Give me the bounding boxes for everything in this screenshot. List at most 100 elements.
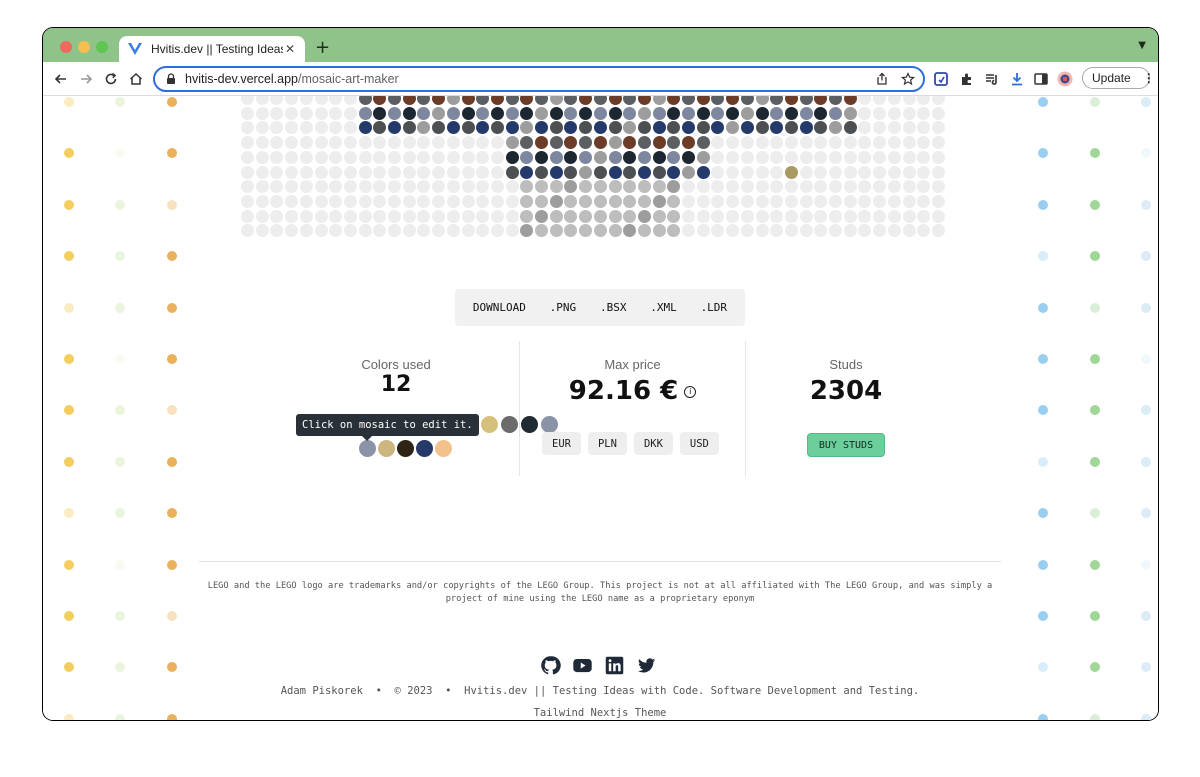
mosaic-stud[interactable] — [917, 224, 931, 238]
mosaic-stud[interactable] — [637, 180, 651, 194]
color-swatch[interactable] — [481, 416, 498, 433]
mosaic-stud[interactable] — [490, 121, 504, 135]
mosaic-stud[interactable] — [358, 150, 372, 164]
mosaic-stud[interactable] — [755, 194, 769, 208]
mosaic-stud[interactable] — [726, 180, 740, 194]
color-swatch[interactable] — [378, 440, 395, 457]
mosaic-stud[interactable] — [799, 180, 813, 194]
color-swatch[interactable] — [416, 440, 433, 457]
mosaic-stud[interactable] — [917, 180, 931, 194]
mosaic-stud[interactable] — [579, 209, 593, 223]
mosaic-stud[interactable] — [829, 180, 842, 194]
mosaic-stud[interactable] — [461, 209, 475, 223]
mosaic-stud[interactable] — [476, 224, 490, 238]
mosaic-stud[interactable] — [887, 121, 901, 135]
mosaic-stud[interactable] — [402, 209, 416, 223]
mosaic-stud[interactable] — [417, 224, 431, 238]
mosaic-stud[interactable] — [388, 106, 401, 120]
mosaic-stud[interactable] — [358, 209, 372, 223]
mosaic-stud[interactable] — [887, 96, 901, 105]
mosaic-stud[interactable] — [814, 150, 828, 164]
mosaic-stud[interactable] — [931, 224, 945, 238]
mosaic-stud[interactable] — [520, 136, 534, 150]
mosaic-stud[interactable] — [593, 180, 607, 194]
mosaic-stud[interactable] — [726, 106, 740, 120]
tab-close-icon[interactable]: ✕ — [283, 42, 297, 56]
mosaic-stud[interactable] — [476, 136, 490, 150]
mosaic-stud[interactable] — [814, 209, 828, 223]
mosaic-stud[interactable] — [770, 194, 784, 208]
mosaic-stud[interactable] — [358, 224, 372, 238]
mosaic-stud[interactable] — [417, 96, 431, 105]
mosaic-stud[interactable] — [902, 136, 916, 150]
download-button[interactable]: DOWNLOAD — [473, 301, 526, 314]
mosaic-stud[interactable] — [770, 224, 784, 238]
mosaic-stud[interactable] — [902, 209, 916, 223]
mosaic-stud[interactable] — [476, 121, 490, 135]
mosaic-stud[interactable] — [417, 180, 431, 194]
more-vertical-icon[interactable]: ⋮ — [1143, 71, 1155, 85]
mosaic-stud[interactable] — [667, 194, 681, 208]
mosaic-stud[interactable] — [270, 224, 284, 238]
profile-avatar[interactable] — [1057, 71, 1073, 87]
mosaic-stud[interactable] — [549, 180, 563, 194]
mosaic-stud[interactable] — [902, 121, 916, 135]
mosaic-stud[interactable] — [740, 165, 754, 179]
mosaic-stud[interactable] — [829, 121, 842, 135]
mosaic-stud[interactable] — [917, 106, 931, 120]
mosaic-stud[interactable] — [299, 106, 313, 120]
mosaic-stud[interactable] — [564, 136, 578, 150]
mosaic-stud[interactable] — [593, 209, 607, 223]
mosaic-stud[interactable] — [329, 136, 343, 150]
mosaic-stud[interactable] — [755, 165, 769, 179]
mosaic-stud[interactable] — [623, 150, 637, 164]
mosaic-stud[interactable] — [490, 96, 504, 105]
mosaic-stud[interactable] — [740, 180, 754, 194]
mosaic-stud[interactable] — [726, 136, 740, 150]
tab-list-chevron-icon[interactable]: ▼ — [1138, 40, 1146, 51]
share-icon[interactable] — [875, 72, 889, 86]
mosaic-stud[interactable] — [255, 180, 269, 194]
mosaic-stud[interactable] — [461, 106, 475, 120]
mosaic-stud[interactable] — [755, 96, 769, 105]
mosaic-stud[interactable] — [784, 150, 798, 164]
mosaic-stud[interactable] — [432, 180, 446, 194]
mosaic-stud[interactable] — [652, 165, 666, 179]
home-icon[interactable] — [127, 70, 145, 88]
back-arrow-icon[interactable] — [52, 70, 70, 88]
mosaic-stud[interactable] — [329, 96, 343, 105]
mosaic-stud[interactable] — [843, 209, 857, 223]
mosaic-stud[interactable] — [682, 136, 695, 150]
mosaic-stud[interactable] — [726, 96, 740, 105]
mosaic-stud[interactable] — [608, 209, 622, 223]
mosaic-stud[interactable] — [873, 194, 887, 208]
mosaic-stud[interactable] — [667, 121, 681, 135]
mosaic-stud[interactable] — [505, 165, 519, 179]
mosaic-stud[interactable] — [740, 194, 754, 208]
mosaic-stud[interactable] — [373, 180, 387, 194]
mosaic-stud[interactable] — [241, 150, 254, 164]
mosaic-stud[interactable] — [593, 165, 607, 179]
mosaic-stud[interactable] — [432, 165, 446, 179]
mosaic-stud[interactable] — [564, 165, 578, 179]
mosaic-stud[interactable] — [476, 165, 490, 179]
mosaic-stud[interactable] — [858, 136, 872, 150]
mosaic-stud[interactable] — [887, 209, 901, 223]
mosaic-stud[interactable] — [858, 96, 872, 105]
mosaic-stud[interactable] — [579, 106, 593, 120]
mosaic-stud[interactable] — [799, 165, 813, 179]
mosaic-stud[interactable] — [446, 136, 460, 150]
mosaic-stud[interactable] — [755, 209, 769, 223]
mosaic-stud[interactable] — [623, 209, 637, 223]
mosaic-stud[interactable] — [285, 106, 299, 120]
mosaic-stud[interactable] — [579, 136, 593, 150]
mosaic-stud[interactable] — [285, 136, 299, 150]
download-icon[interactable] — [1009, 71, 1025, 87]
mosaic-stud[interactable] — [829, 209, 842, 223]
mosaic-stud[interactable] — [299, 209, 313, 223]
mosaic-stud[interactable] — [814, 96, 828, 105]
mosaic-stud[interactable] — [476, 194, 490, 208]
mosaic-stud[interactable] — [549, 194, 563, 208]
mosaic-stud[interactable] — [696, 136, 710, 150]
mosaic-stud[interactable] — [432, 106, 446, 120]
